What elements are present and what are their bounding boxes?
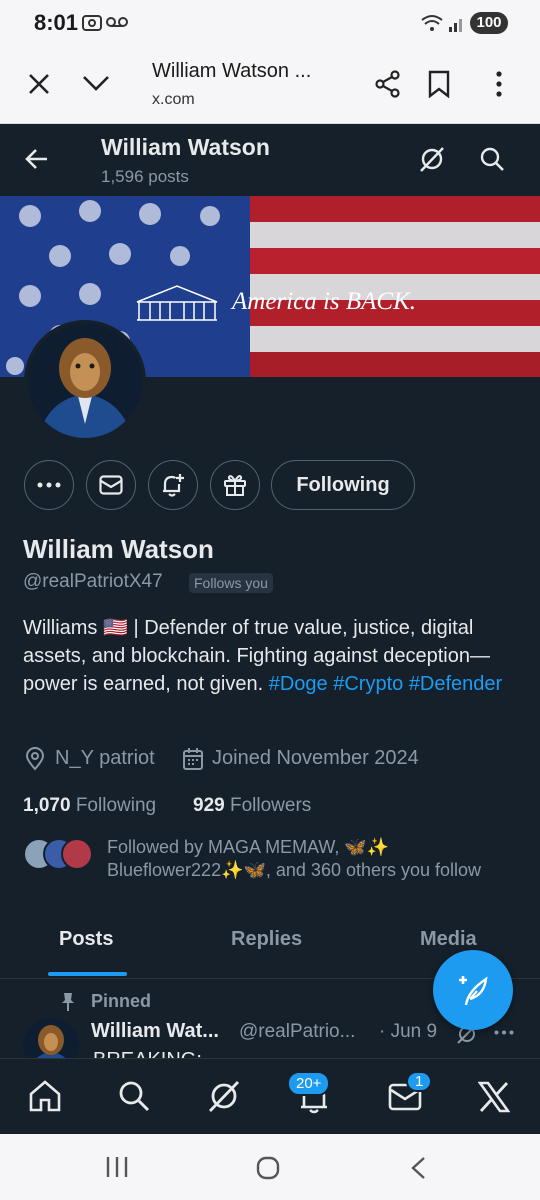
post-author-name[interactable]: William Wat... <box>91 1020 219 1043</box>
followed-by-avatars[interactable] <box>23 838 93 870</box>
home-icon[interactable] <box>28 1079 62 1113</box>
header-post-count: 1,596 posts <box>101 167 189 186</box>
grok-icon[interactable] <box>418 145 446 173</box>
page-title: William Watson ... <box>152 60 312 82</box>
post-date: · Jun 9 <box>379 1021 438 1042</box>
calendar-icon <box>182 747 204 771</box>
bottom-navigation: 20+ 1 <box>0 1058 540 1134</box>
followers-label: Followers <box>229 795 312 816</box>
post-text-preview: BREAKING: ... <box>93 1050 224 1058</box>
browser-toolbar: William Watson ... x.com <box>0 46 540 124</box>
banner-text: America is BACK. <box>232 288 417 315</box>
wifi-icon <box>420 13 444 33</box>
hashtag-crypto[interactable]: #Crypto <box>333 673 403 695</box>
messages-badge: 1 <box>406 1071 433 1092</box>
avatar[interactable] <box>24 320 146 442</box>
followed-by-line-2: Blueflower222✨🦋, and 360 others you foll… <box>107 860 482 880</box>
recent-apps-icon[interactable] <box>105 1156 129 1178</box>
following-count: 1,070 <box>23 795 71 816</box>
profile-location: N_Y patriot <box>55 747 155 769</box>
chevron-down-icon[interactable] <box>82 74 110 92</box>
compose-post-button[interactable] <box>433 950 513 1030</box>
profile-header-bar: William Watson 1,596 posts <box>0 124 540 196</box>
battery-indicator: 100 <box>470 12 508 34</box>
more-options-button[interactable] <box>24 460 74 510</box>
notifications-badge: 20+ <box>287 1071 331 1096</box>
followed-by-line-1: Followed by MAGA MEMAW, 🦋✨ <box>107 837 390 857</box>
bell-plus-icon <box>160 472 186 498</box>
close-icon[interactable] <box>27 72 51 96</box>
share-icon[interactable] <box>374 70 402 98</box>
profile-joined: Joined November 2024 <box>212 747 419 769</box>
status-time: 8:01 <box>34 10 79 35</box>
following-button-label: Following <box>296 473 390 496</box>
tab-active-indicator <box>48 972 127 976</box>
grok-nav-icon[interactable] <box>207 1079 241 1113</box>
pin-icon <box>60 992 76 1012</box>
tab-replies[interactable]: Replies <box>231 928 302 951</box>
post-author-handle[interactable]: @realPatrio... <box>239 1021 355 1043</box>
more-horizontal-icon <box>37 482 61 488</box>
hashtag-defender[interactable]: #Defender <box>409 673 502 695</box>
android-navigation-bar <box>0 1134 540 1200</box>
x-logo-icon[interactable] <box>478 1081 510 1113</box>
back-arrow-icon[interactable] <box>25 148 49 170</box>
home-button-icon[interactable] <box>256 1156 280 1180</box>
voicemail-icon <box>106 16 128 28</box>
location-icon <box>24 747 46 771</box>
gift-icon <box>223 473 247 497</box>
pinned-label: Pinned <box>91 991 152 1011</box>
screenshot-icon <box>82 14 102 32</box>
profile-handle: @realPatriotX47 <box>23 571 163 592</box>
tab-posts[interactable]: Posts <box>59 928 113 951</box>
followers-count-link[interactable]: 929 Followers <box>193 795 311 817</box>
following-count-link[interactable]: 1,070 Following <box>23 795 156 817</box>
bookmark-icon[interactable] <box>428 70 450 98</box>
back-button-icon[interactable] <box>410 1156 426 1180</box>
follows-you-badge: Follows you <box>189 573 273 593</box>
following-label: Following <box>75 795 157 816</box>
follower-avatar <box>61 838 93 870</box>
page-url: x.com <box>152 91 195 108</box>
followers-count: 929 <box>193 795 225 816</box>
following-button[interactable]: Following <box>271 460 415 510</box>
more-vert-icon[interactable] <box>495 70 503 98</box>
profile-name: William Watson <box>23 534 214 564</box>
search-icon[interactable] <box>479 146 505 172</box>
gift-button[interactable] <box>210 460 260 510</box>
explore-search-icon[interactable] <box>117 1079 151 1113</box>
envelope-icon <box>99 475 123 495</box>
status-bar: 8:01 100 <box>0 0 540 46</box>
profile-bio: Williams 🇺🇸 | Defender of true value, ju… <box>23 614 523 698</box>
tab-media[interactable]: Media <box>420 928 477 951</box>
feather-plus-icon <box>456 973 490 1007</box>
post-more-icon[interactable] <box>494 1030 514 1035</box>
signal-icon <box>448 13 466 33</box>
message-button[interactable] <box>86 460 136 510</box>
hashtag-doge[interactable]: #Doge <box>269 673 328 695</box>
notifications-subscribe-button[interactable] <box>148 460 198 510</box>
followed-by-text[interactable]: Followed by MAGA MEMAW, 🦋✨ Blueflower222… <box>107 836 481 882</box>
header-name: William Watson <box>101 134 270 160</box>
